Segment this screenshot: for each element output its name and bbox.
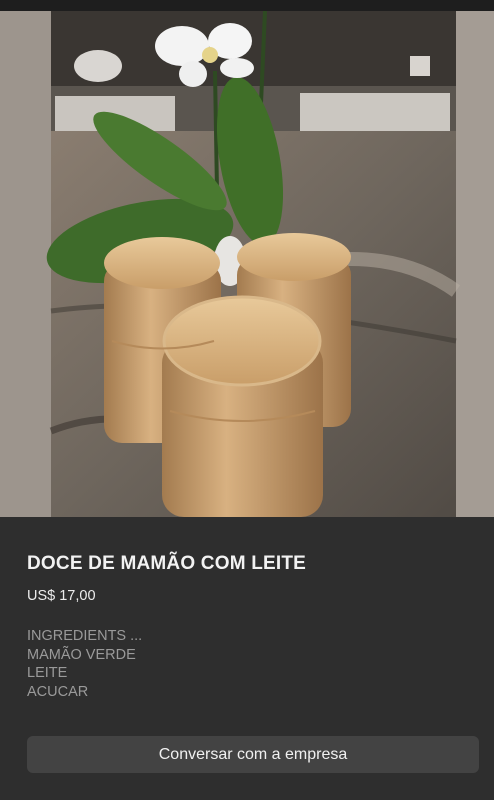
description-line: INGREDIENTS ... (27, 628, 143, 644)
description-line: ACUCAR (27, 683, 89, 700)
description-line: LEITE (27, 665, 68, 681)
product-details: DOCE DE MAMÃO COM LEITE US$ 17,00 INGRED… (0, 517, 494, 800)
product-description: INGREDIENTS ... MAMÃO VERDE LEITE ACUCAR (27, 627, 142, 701)
product-image (0, 11, 494, 517)
chat-with-business-button[interactable]: Conversar com a empresa (27, 736, 479, 773)
product-title: DOCE DE MAMÃO COM LEITE (27, 553, 307, 574)
product-price: US$ 17,00 (27, 588, 96, 604)
top-bar (0, 0, 494, 11)
description-line: MAMÃO VERDE (27, 646, 136, 663)
product-photo (0, 11, 494, 517)
